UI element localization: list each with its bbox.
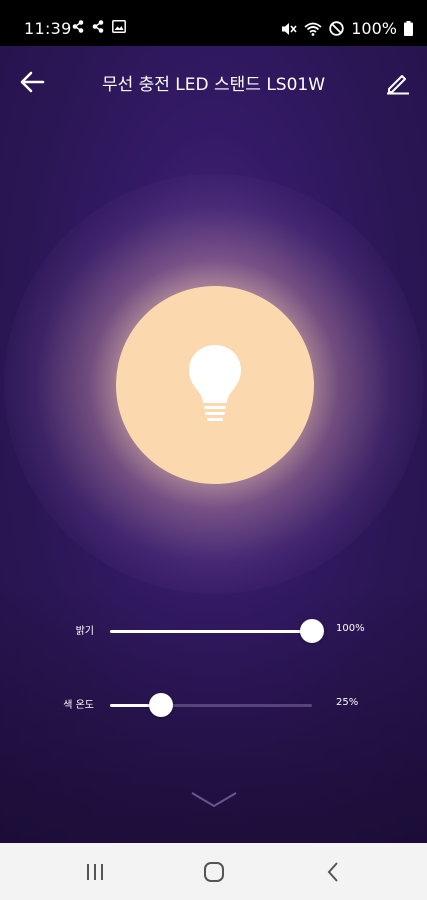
brightness-thumb[interactable] bbox=[300, 619, 324, 643]
back-button[interactable] bbox=[18, 68, 46, 96]
status-bar: 11:39 100% bbox=[0, 0, 427, 46]
color-temperature-slider-row: 색 온도 25% bbox=[0, 690, 427, 720]
battery-icon bbox=[404, 21, 413, 36]
color-temperature-thumb[interactable] bbox=[148, 693, 173, 717]
wifi-icon bbox=[304, 22, 322, 36]
color-temperature-value: 25% bbox=[336, 697, 359, 708]
brightness-fill bbox=[110, 630, 312, 633]
brightness-slider-row: 밝기 100% bbox=[0, 616, 427, 646]
share-icon bbox=[72, 20, 84, 33]
image-icon bbox=[112, 20, 126, 33]
chevron-down-icon bbox=[191, 792, 237, 808]
recents-button[interactable] bbox=[80, 859, 110, 885]
battery-percent: 100% bbox=[351, 19, 397, 38]
status-right-icons: 100% bbox=[281, 19, 413, 38]
nav-back-button[interactable] bbox=[319, 859, 349, 885]
recents-icon bbox=[87, 864, 103, 880]
home-icon bbox=[204, 862, 224, 882]
color-temperature-label: 색 온도 bbox=[63, 700, 94, 711]
pencil-icon bbox=[387, 75, 409, 95]
brightness-value: 100% bbox=[336, 623, 365, 634]
app-content: 무선 충전 LED 스탠드 LS01W 밝기 100% 색 온도 25% bbox=[0, 46, 427, 843]
status-left-icons bbox=[72, 20, 126, 33]
home-button[interactable] bbox=[199, 859, 229, 885]
status-time: 11:39 bbox=[24, 19, 72, 38]
arrow-left-icon bbox=[20, 71, 45, 93]
share-icon bbox=[92, 20, 104, 33]
dnd-icon bbox=[329, 21, 344, 36]
app-header: 무선 충전 LED 스탠드 LS01W bbox=[0, 46, 427, 116]
edit-button[interactable] bbox=[385, 69, 411, 95]
screen: 11:39 100% 무선 충전 LED 스탠드 LS01W 밝기 100% 색… bbox=[0, 0, 427, 900]
back-chevron-icon bbox=[327, 862, 338, 882]
page-title: 무선 충전 LED 스탠드 LS01W bbox=[101, 75, 326, 95]
mute-icon bbox=[282, 22, 297, 35]
navigation-bar bbox=[0, 843, 427, 900]
lamp-toggle[interactable] bbox=[116, 286, 314, 484]
lightbulb-icon bbox=[189, 345, 241, 421]
brightness-track[interactable] bbox=[110, 630, 312, 633]
expand-button[interactable] bbox=[189, 790, 239, 810]
brightness-label: 밝기 bbox=[75, 626, 94, 637]
color-temperature-track[interactable] bbox=[110, 704, 312, 707]
